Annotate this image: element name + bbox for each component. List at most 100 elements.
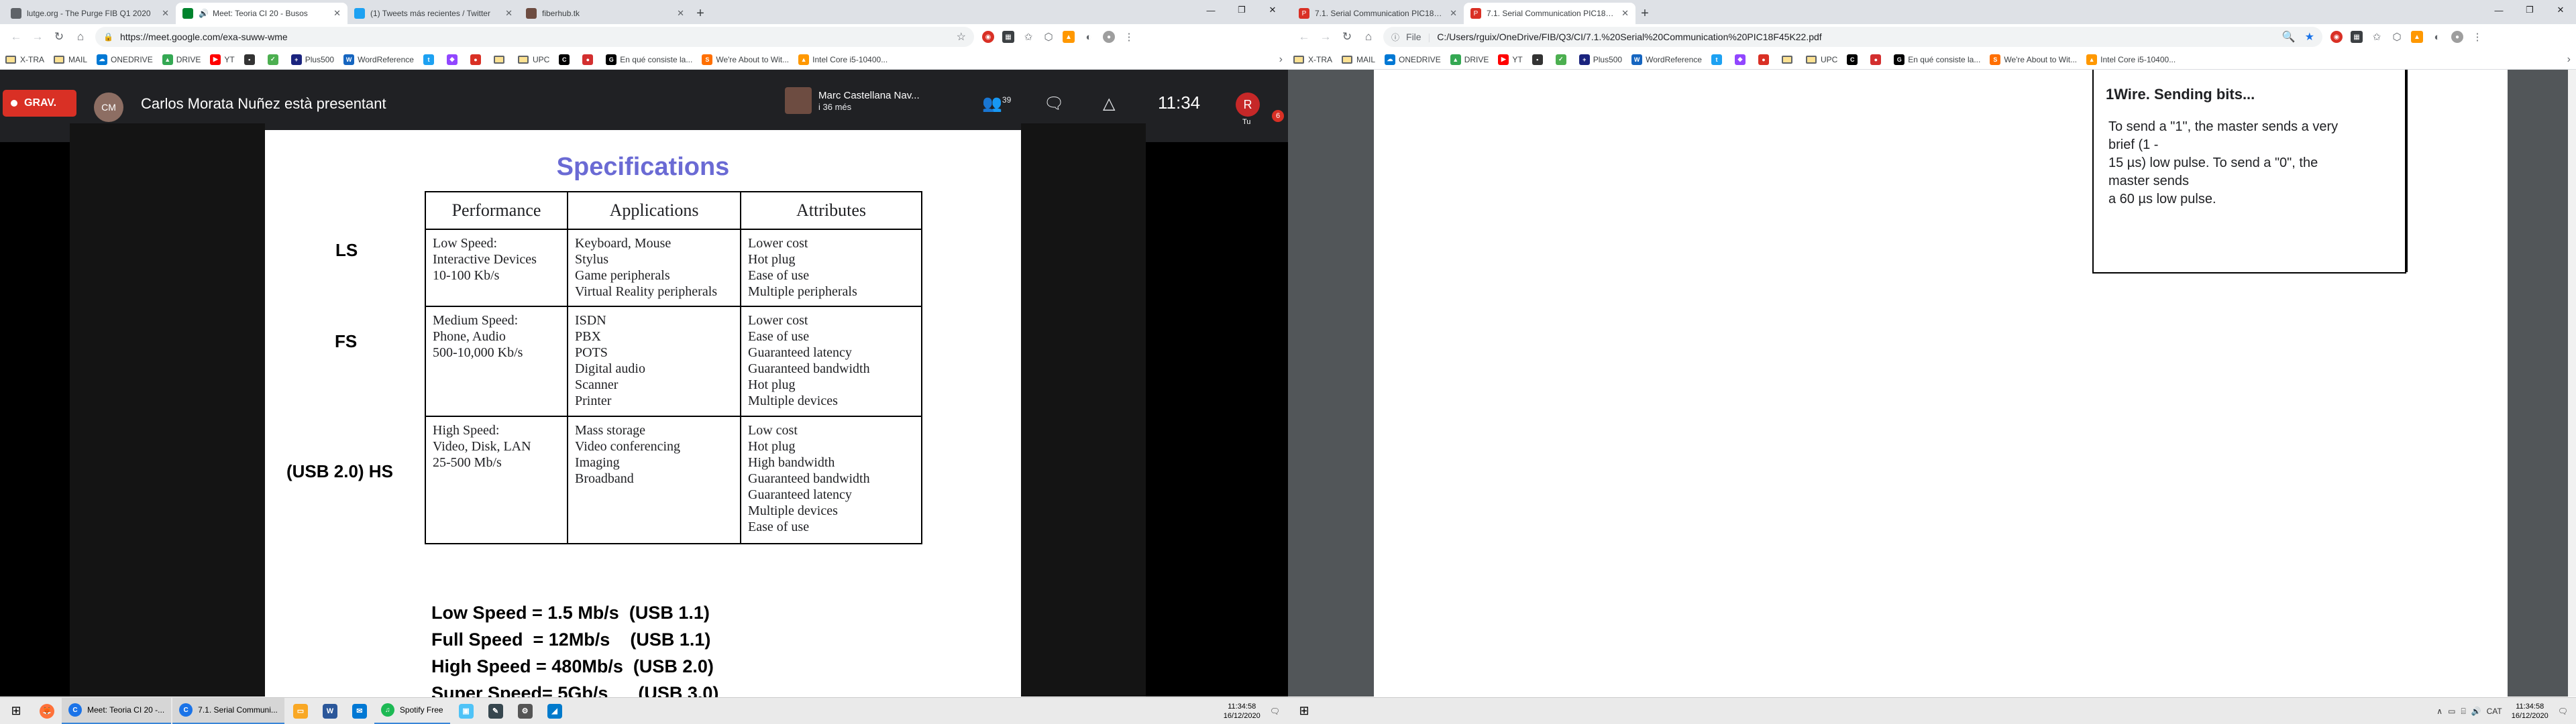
bookmark[interactable]: C xyxy=(1847,54,1861,65)
windows-start-icon[interactable]: ⊞ xyxy=(1288,698,1320,724)
bookmark[interactable]: ▪ xyxy=(1532,54,1546,65)
extension-icon[interactable]: ⬡ xyxy=(2387,27,2407,47)
bookmark[interactable]: ▲ Intel Core i5-10400... xyxy=(2086,54,2176,65)
taskbar-clock[interactable]: 11:34:58 16/12/2020 xyxy=(1224,702,1260,721)
bookmark[interactable]: G En qué consiste la... xyxy=(1894,54,1980,65)
mail-icon[interactable]: ✉ xyxy=(345,698,374,724)
profile-avatar[interactable]: ● xyxy=(2447,27,2467,47)
bookmark[interactable]: ▶ YT xyxy=(210,54,235,65)
notification-icon[interactable]: 🗨 xyxy=(1270,707,1280,716)
extension-icon[interactable]: ▲ xyxy=(1059,27,1079,47)
menu-icon[interactable]: ⋮ xyxy=(2467,27,2487,47)
bookmark[interactable]: + Plus500 xyxy=(290,54,334,65)
bookmark[interactable]: C xyxy=(559,54,573,65)
vscode-icon[interactable]: ◢ xyxy=(540,698,570,724)
address-bar[interactable]: ⓘ File | C:/Users/rguix/OneDrive/FIB/Q3/CI/… xyxy=(1383,27,2322,47)
bookmark[interactable]: W WordReference xyxy=(1631,54,1702,65)
reload-icon[interactable]: ↻ xyxy=(1336,26,1358,48)
extension-icon[interactable]: ◉ xyxy=(978,27,998,47)
extension-icon[interactable]: ▲ xyxy=(2407,27,2427,47)
bookmark[interactable]: ● xyxy=(470,54,484,65)
tab-lutge[interactable]: lutge.org - The Purge FIB Q1 2020 ✕ xyxy=(4,3,176,24)
bookmark[interactable]: ✓ xyxy=(1555,54,1570,65)
minimize-icon[interactable]: — xyxy=(1195,0,1226,20)
new-tab-button[interactable]: + xyxy=(691,3,710,24)
address-bar[interactable]: 🔒 https://meet.google.com/exa-suww-wme ☆ xyxy=(95,27,974,47)
bookmark-folder[interactable]: X-TRA xyxy=(1293,55,1332,64)
bookmark-folder[interactable]: UPC xyxy=(1805,55,1837,64)
chevron-right-icon[interactable]: › xyxy=(2567,54,2571,66)
bookmark[interactable]: ▶ YT xyxy=(1498,54,1523,65)
word-icon[interactable]: W xyxy=(315,698,345,724)
bookmark[interactable]: ◆ xyxy=(1734,54,1749,65)
bookmark-folder[interactable] xyxy=(493,55,508,64)
extension-icon[interactable]: ▦ xyxy=(998,27,1018,47)
bookmark[interactable]: S We're About to Wit... xyxy=(1990,54,2077,65)
taskbar-app-spotify[interactable]: ♫ Spotify Free xyxy=(374,698,450,724)
star-filled-icon[interactable]: ★ xyxy=(2305,30,2314,44)
bookmark[interactable]: ▪ xyxy=(244,54,258,65)
bookmark[interactable]: ▲ DRIVE xyxy=(1450,54,1489,65)
chevron-right-icon[interactable]: › xyxy=(1279,54,1283,66)
scrollbar[interactable] xyxy=(2568,70,2576,697)
bookmark[interactable]: ☁ ONEDRIVE xyxy=(1385,54,1441,65)
close-icon[interactable]: ✕ xyxy=(677,8,684,19)
notification-icon[interactable]: 🗨 xyxy=(2558,707,2568,716)
people-button[interactable]: 👥39 xyxy=(982,94,1011,113)
display-icon[interactable]: ▣ xyxy=(451,698,481,724)
bookmark[interactable]: ▲ Intel Core i5-10400... xyxy=(798,54,888,65)
bookmark[interactable]: ☁ ONEDRIVE xyxy=(97,54,153,65)
bookmark-folder[interactable] xyxy=(1781,55,1796,64)
home-icon[interactable]: ⌂ xyxy=(70,26,91,48)
extension-icon[interactable]: ◉ xyxy=(2326,27,2347,47)
participant-tile[interactable]: Marc Castellana Nav... i 36 més xyxy=(785,87,920,114)
bookmark[interactable]: ◆ xyxy=(446,54,461,65)
windows-start-icon[interactable]: ⊞ xyxy=(0,698,32,724)
bookmark[interactable]: + Plus500 xyxy=(1578,54,1622,65)
bookmark[interactable]: ● xyxy=(1870,54,1884,65)
extension-icon[interactable]: ◐ xyxy=(1079,27,1099,47)
bookmark[interactable]: t xyxy=(1711,54,1725,65)
profile-avatar[interactable]: ● xyxy=(1099,27,1119,47)
close-icon[interactable]: ✕ xyxy=(333,8,341,19)
maximize-icon[interactable]: ❐ xyxy=(1226,0,1257,20)
bookmark[interactable]: W WordReference xyxy=(343,54,414,65)
bookmark-folder[interactable]: MAIL xyxy=(1342,55,1375,64)
minimize-icon[interactable]: — xyxy=(2483,0,2514,20)
close-icon[interactable]: ✕ xyxy=(505,8,513,19)
menu-icon[interactable]: ⋮ xyxy=(1119,27,1139,47)
forward-icon[interactable]: → xyxy=(27,26,48,48)
tab-pdf-2[interactable]: P 7.1. Serial Communication PIC18F45K22.p… xyxy=(1464,3,1635,24)
chat-icon[interactable]: 🗨 xyxy=(1044,94,1064,113)
maximize-icon[interactable]: ❐ xyxy=(2514,0,2545,20)
sticky-notes-icon[interactable]: ✎ xyxy=(481,698,511,724)
bookmark[interactable]: ● xyxy=(1758,54,1772,65)
language-indicator[interactable]: CAT xyxy=(2487,707,2502,716)
chevron-up-icon[interactable]: ∧ xyxy=(2436,707,2443,716)
close-icon[interactable]: ✕ xyxy=(2545,0,2576,20)
new-tab-button[interactable]: + xyxy=(1635,3,1654,24)
close-icon[interactable]: ✕ xyxy=(162,8,169,19)
bookmark-folder[interactable]: MAIL xyxy=(54,55,87,64)
back-icon[interactable]: ← xyxy=(1293,26,1315,48)
tab-fiberhub[interactable]: fiberhub.tk ✕ xyxy=(519,3,691,24)
tab-twitter[interactable]: (1) Tweets más recientes / Twitter ✕ xyxy=(347,3,519,24)
bookmark[interactable]: ✓ xyxy=(267,54,282,65)
tab-pdf-1[interactable]: P 7.1. Serial Communication PIC18F45K22.p… xyxy=(1292,3,1464,24)
file-explorer-icon[interactable]: ▭ xyxy=(286,698,315,724)
settings-icon[interactable]: ⚙ xyxy=(511,698,540,724)
bookmark[interactable]: t xyxy=(423,54,437,65)
collections-icon[interactable]: ✩ xyxy=(2367,27,2387,47)
taskbar-app-pdf[interactable]: C 7.1. Serial Communi... xyxy=(172,697,284,724)
bookmark-folder[interactable]: X-TRA xyxy=(5,55,44,64)
speaker-icon[interactable]: 🔊 xyxy=(199,9,209,18)
self-avatar[interactable]: R xyxy=(1236,93,1260,117)
extension-icon[interactable]: ◐ xyxy=(2427,27,2447,47)
back-icon[interactable]: ← xyxy=(5,26,27,48)
forward-icon[interactable]: → xyxy=(1315,26,1336,48)
volume-icon[interactable]: 🔊 xyxy=(2471,707,2481,716)
bookmark-folder[interactable]: UPC xyxy=(517,55,549,64)
close-icon[interactable]: ✕ xyxy=(1257,0,1288,20)
extension-icon[interactable]: ⬡ xyxy=(1038,27,1059,47)
battery-icon[interactable]: ▭ xyxy=(2448,707,2455,716)
